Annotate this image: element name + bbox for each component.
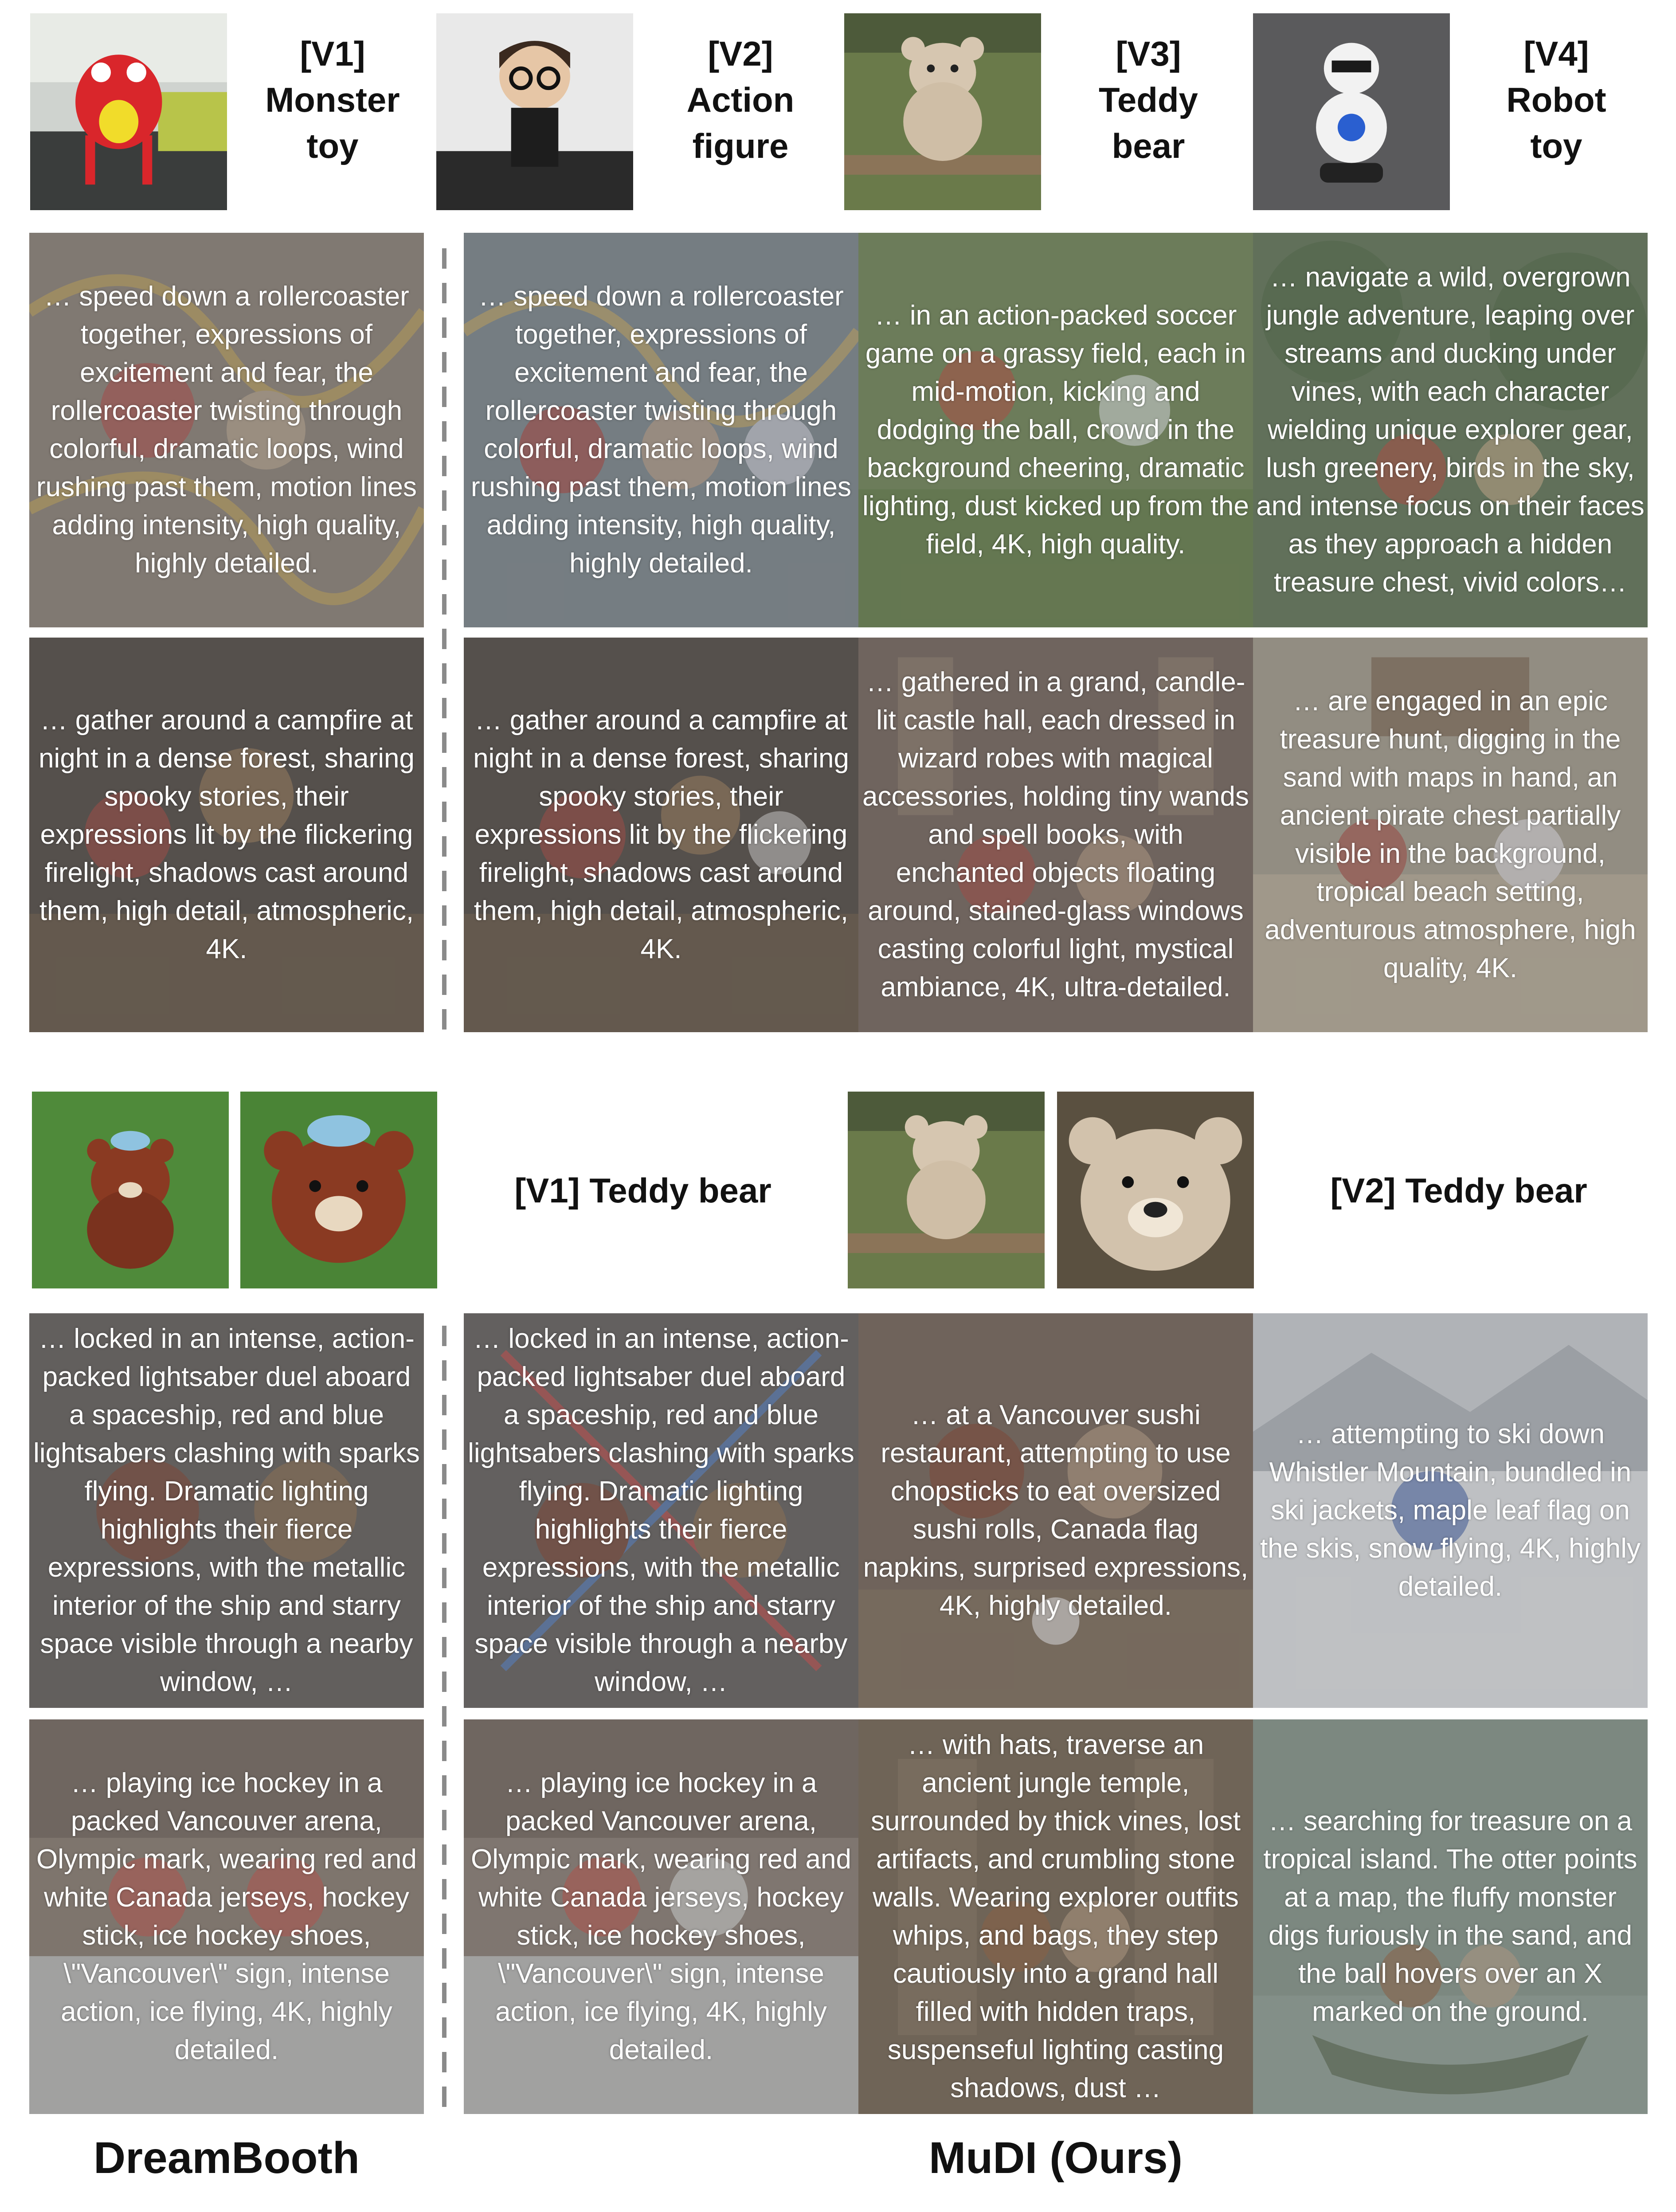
prompt-text: … speed down a rollercoaster together, e… <box>36 281 417 579</box>
prompt-text: … searching for treasure on a tropical i… <box>1263 1806 1637 2027</box>
prompt-text: … speed down a rollercoaster together, e… <box>470 281 852 579</box>
mudi-tropical-island-image: … searching for treasure on a tropical i… <box>1253 1719 1648 2114</box>
dashed-divider <box>442 1326 446 2114</box>
dreambooth-ice-hockey-image: … playing ice hockey in a packed Vancouv… <box>29 1719 424 2114</box>
teddy-v1-label: [V1] Teddy bear <box>514 1171 771 1210</box>
prompt-text: … locked in an intense, action-packed li… <box>33 1323 420 1697</box>
teddy-v1-photo-1 <box>32 1092 229 1288</box>
prompt-text: … with hats, traverse an ancient jungle … <box>871 1730 1241 2103</box>
robot-toy-photo <box>1253 13 1450 210</box>
header-label-v2: [V2] Action figure <box>686 34 795 165</box>
mudi-sushi-image: … at a Vancouver sushi restaurant, attem… <box>858 1313 1253 1708</box>
mudi-campfire-image: … gather around a campfire at night in a… <box>464 638 858 1032</box>
header-label-v4: [V4] Robot toy <box>1506 34 1606 165</box>
prompt-text: … attempting to ski down Whistler Mounta… <box>1260 1419 1641 1602</box>
prompt-text: … are engaged in an epic treasure hunt, … <box>1265 686 1636 983</box>
mudi-lightsaber-image: … locked in an intense, action-packed li… <box>464 1313 858 1708</box>
action-figure-photo <box>436 13 633 210</box>
prompt-text: … in an action-packed soccer game on a g… <box>862 300 1249 560</box>
prompt-text: … gathered in a grand, candle-lit castle… <box>862 667 1249 1002</box>
mudi-castle-hall-image: … gathered in a grand, candle-lit castle… <box>858 638 1253 1032</box>
mudi-jungle-image: … navigate a wild, overgrown jungle adve… <box>1253 233 1648 627</box>
mudi-rollercoaster-image: … speed down a rollercoaster together, e… <box>464 233 858 627</box>
teddy-v2-photo-2 <box>1057 1092 1254 1288</box>
prompt-text: … playing ice hockey in a packed Vancouv… <box>36 1768 417 2065</box>
dreambooth-campfire-image: … gather around a campfire at night in a… <box>29 638 424 1032</box>
mudi-ice-hockey-image: … playing ice hockey in a packed Vancouv… <box>464 1719 858 2114</box>
teddy-bear-photo <box>844 13 1041 210</box>
mudi-ski-image: … attempting to ski down Whistler Mounta… <box>1253 1313 1648 1708</box>
mudi-soccer-image: … in an action-packed soccer game on a g… <box>858 233 1253 627</box>
prompt-text: … at a Vancouver sushi restaurant, attem… <box>863 1400 1249 1621</box>
header-label-v1: [V1] Monster toy <box>265 34 400 165</box>
header-label-v3: [V3] Teddy bear <box>1099 34 1198 165</box>
prompt-text: … navigate a wild, overgrown jungle adve… <box>1256 262 1645 598</box>
prompt-text: … gather around a campfire at night in a… <box>39 705 415 964</box>
teddy-v2-label: [V2] Teddy bear <box>1330 1171 1587 1210</box>
teddy-v2-photo-1 <box>848 1092 1045 1288</box>
method-label-dreambooth: DreamBooth <box>93 2133 360 2183</box>
method-label-mudi: MuDI (Ours) <box>928 2133 1183 2183</box>
dreambooth-rollercoaster-image: … speed down a rollercoaster together, e… <box>29 233 424 627</box>
prompt-text: … playing ice hockey in a packed Vancouv… <box>471 1768 851 2065</box>
prompt-text: … gather around a campfire at night in a… <box>473 705 849 964</box>
monster-toy-photo <box>30 13 227 210</box>
mudi-treasure-beach-image: … are engaged in an epic treasure hunt, … <box>1253 638 1648 1032</box>
mudi-jungle-temple-image: … with hats, traverse an ancient jungle … <box>858 1719 1253 2114</box>
teddy-v1-photo-2 <box>240 1092 437 1288</box>
prompt-text: … locked in an intense, action-packed li… <box>468 1323 854 1697</box>
dashed-divider <box>442 248 446 1032</box>
dreambooth-lightsaber-image: … locked in an intense, action-packed li… <box>29 1313 424 1708</box>
